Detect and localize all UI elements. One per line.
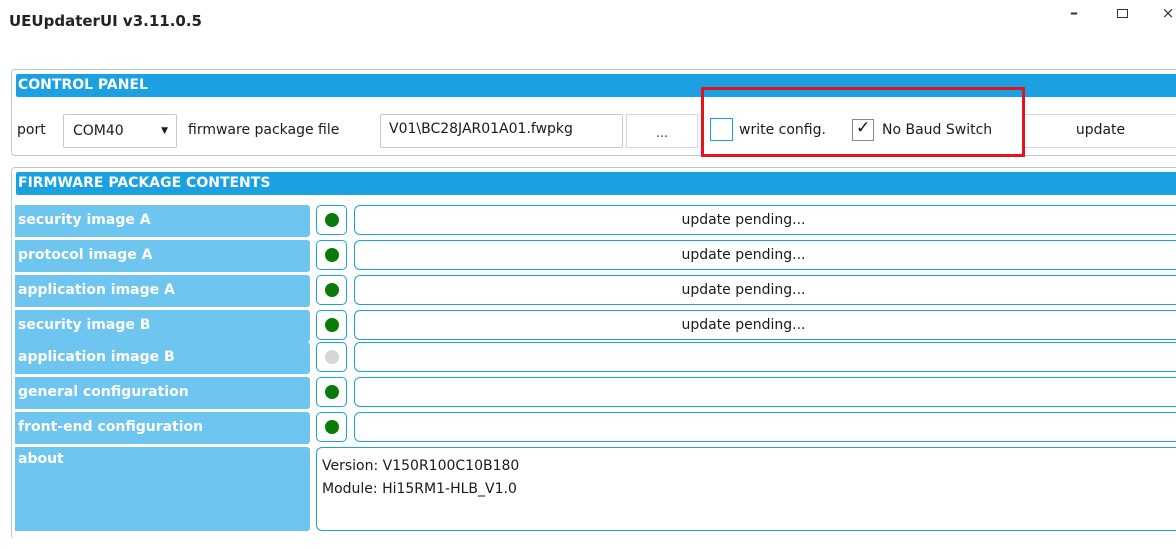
browse-button[interactable]: ... <box>626 114 698 148</box>
firmware-file-label: firmware package file <box>188 122 340 138</box>
window-title: UEUpdaterUI v3.11.0.5 <box>9 12 202 30</box>
progress-field <box>354 377 1176 407</box>
status-indicator <box>316 412 347 442</box>
progress-field <box>354 412 1176 442</box>
status-indicator <box>316 377 347 407</box>
port-label: port <box>17 122 46 138</box>
status-dot-icon <box>325 420 339 434</box>
port-select[interactable]: COM40 ▼ <box>63 114 177 148</box>
status-indicator <box>316 310 347 340</box>
port-value: COM40 <box>73 123 124 139</box>
status-indicator <box>316 275 347 305</box>
status-dot-icon <box>325 350 339 364</box>
row-label-security-image-a: security image A <box>15 205 310 237</box>
status-dot-icon <box>325 283 339 297</box>
progress-field <box>354 342 1176 372</box>
app-window: UEUpdaterUI v3.11.0.5 – × CONTROL PANEL … <box>0 0 1176 549</box>
row-label-front-end-configuration: front-end configuration <box>15 412 310 444</box>
highlight-annotation <box>701 87 1025 157</box>
progress-field: update pending... <box>354 205 1176 235</box>
close-button[interactable]: × <box>1160 2 1176 24</box>
status-indicator <box>316 205 347 235</box>
firmware-file-input[interactable]: V01\BC28JAR01A01.fwpkg <box>380 114 623 148</box>
maximize-icon <box>1116 9 1128 18</box>
firmware-panel-header: FIRMWARE PACKAGE CONTENTS <box>16 172 1176 195</box>
row-label-application-image-b: application image B <box>15 342 310 374</box>
maximize-button[interactable] <box>1110 2 1134 24</box>
progress-field: update pending... <box>354 275 1176 305</box>
row-label-general-configuration: general configuration <box>15 377 310 409</box>
status-indicator <box>316 240 347 270</box>
chevron-down-icon: ▼ <box>161 126 168 136</box>
about-module: Module: Hi15RM1-HLB_V1.0 <box>322 481 517 497</box>
about-label: about <box>15 447 310 531</box>
about-text-box: Version: V150R100C10B180 Module: Hi15RM1… <box>316 447 1176 531</box>
status-dot-icon <box>325 213 339 227</box>
title-bar: UEUpdaterUI v3.11.0.5 – × <box>0 0 1176 52</box>
progress-field: update pending... <box>354 240 1176 270</box>
status-dot-icon <box>325 385 339 399</box>
row-label-application-image-a: application image A <box>15 275 310 307</box>
row-label-protocol-image-a: protocol image A <box>15 240 310 272</box>
status-indicator <box>316 342 347 372</box>
status-dot-icon <box>325 318 339 332</box>
update-button[interactable]: update <box>1024 114 1176 148</box>
progress-field: update pending... <box>354 310 1176 340</box>
about-version: Version: V150R100C10B180 <box>322 458 520 474</box>
status-dot-icon <box>325 248 339 262</box>
row-label-security-image-b: security image B <box>15 310 310 342</box>
minimize-button[interactable]: – <box>1062 2 1086 24</box>
